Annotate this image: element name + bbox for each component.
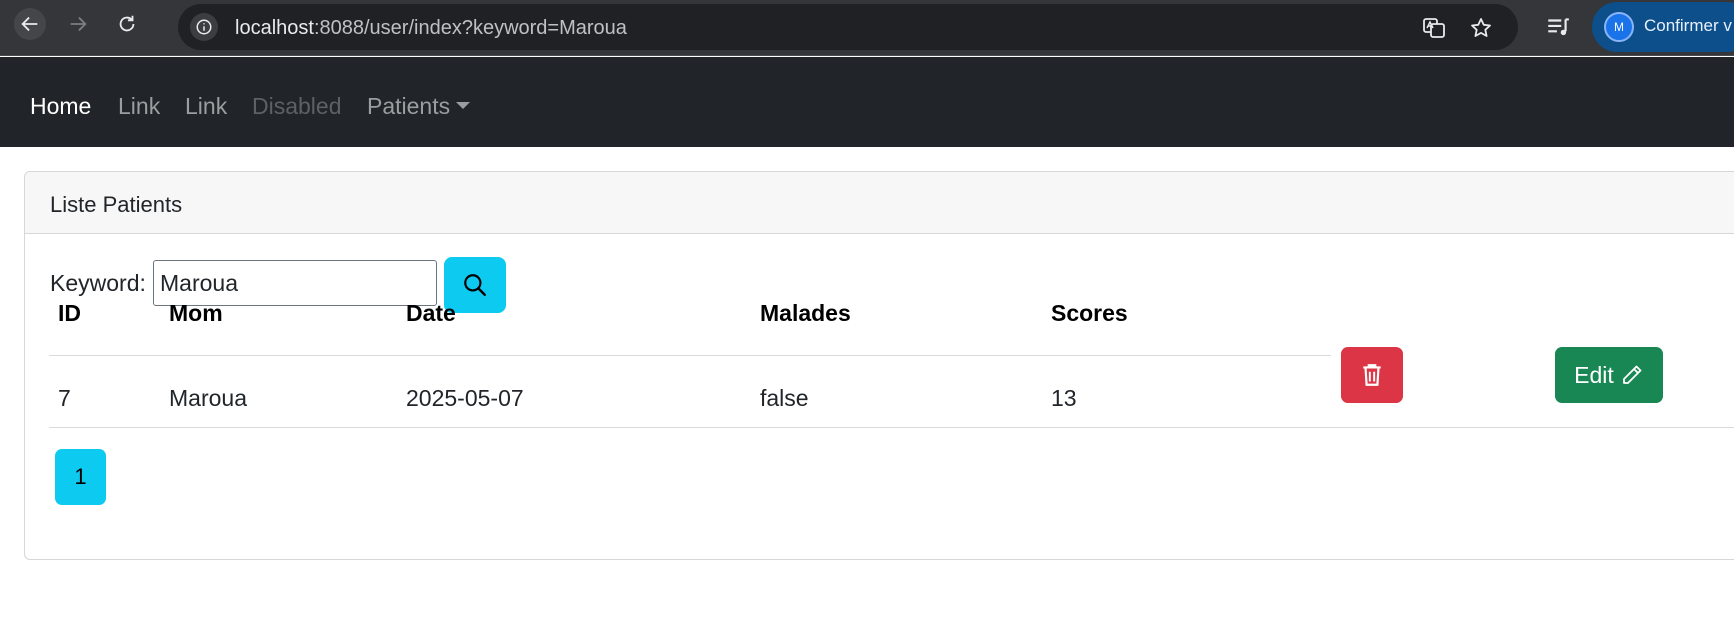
- info-icon[interactable]: [190, 13, 218, 41]
- keyword-label: Keyword:: [50, 270, 146, 296]
- profile-button[interactable]: M Confirmer v: [1592, 2, 1734, 52]
- cell-malade: false: [760, 385, 809, 411]
- column-header-mom: Mom: [169, 300, 223, 326]
- search-icon: [464, 274, 486, 296]
- column-header-scores: Scores: [1051, 300, 1128, 326]
- edit-button[interactable]: Edit: [1555, 347, 1663, 403]
- card-header: Liste Patients: [25, 172, 1734, 234]
- url-path: :8088/user/index?keyword=Maroua: [313, 17, 627, 39]
- reload-icon[interactable]: [111, 8, 143, 40]
- pencil-icon: [1622, 365, 1642, 384]
- back-arrow-icon[interactable]: [14, 8, 46, 40]
- forward-arrow-icon[interactable]: [62, 8, 94, 40]
- row-divider: [49, 427, 1734, 428]
- trash-icon: [1363, 364, 1381, 386]
- column-header-malades: Malades: [760, 300, 851, 326]
- profile-label: Confirmer v: [1644, 16, 1732, 35]
- cell-date: 2025-05-07: [406, 385, 524, 411]
- nav-patients-dropdown[interactable]: Patients: [367, 93, 471, 120]
- column-header-id: ID: [58, 300, 81, 326]
- page-button-1[interactable]: 1: [55, 449, 106, 505]
- cell-score: 13: [1051, 385, 1077, 411]
- cell-id: 7: [58, 385, 71, 411]
- column-header-date: Date: [406, 300, 456, 326]
- app-navbar: Home Link Link Disabled Patients: [0, 57, 1734, 147]
- translate-icon[interactable]: [1421, 15, 1447, 41]
- address-bar[interactable]: localhost:8088/user/index?keyword=Maroua: [178, 4, 1518, 50]
- nav-link-1[interactable]: Link: [118, 93, 160, 120]
- caret-down-icon: [456, 102, 471, 109]
- nav-home[interactable]: Home: [30, 93, 91, 120]
- avatar: M: [1604, 12, 1634, 42]
- browser-toolbar: localhost:8088/user/index?keyword=Maroua…: [0, 0, 1734, 56]
- nav-disabled: Disabled: [252, 93, 342, 119]
- delete-button[interactable]: [1341, 347, 1403, 403]
- media-queue-icon[interactable]: [1545, 14, 1571, 40]
- url-text[interactable]: localhost:8088/user/index?keyword=Maroua: [235, 17, 627, 40]
- card-title: Liste Patients: [50, 192, 183, 217]
- header-divider: [49, 355, 1331, 356]
- star-icon[interactable]: [1468, 15, 1494, 41]
- nav-link-2[interactable]: Link: [185, 93, 227, 120]
- nav-patients-label: Patients: [367, 93, 451, 119]
- patients-card: Liste Patients Keyword: ID Mom Date Mala…: [24, 171, 1734, 560]
- cell-nom: Maroua: [169, 385, 247, 411]
- url-host: localhost: [235, 17, 314, 39]
- edit-label: Edit: [1574, 361, 1614, 388]
